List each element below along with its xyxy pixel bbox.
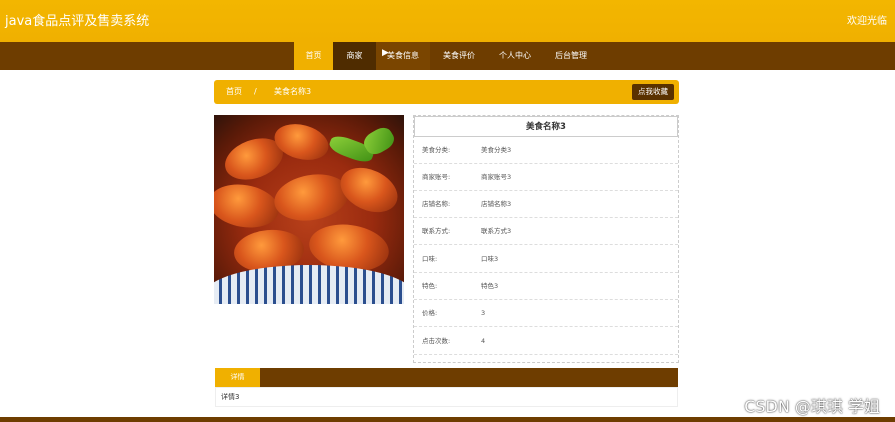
nav-item-home[interactable]: 首页 — [294, 42, 333, 70]
crawfish-shape — [270, 168, 353, 227]
detail-value: 商家账号3 — [481, 173, 512, 181]
site-title: java食品点评及售卖系统 — [5, 14, 150, 29]
detail-label: 特色: — [422, 282, 438, 290]
detail-row-contact: 联系方式: 联系方式3 — [414, 218, 678, 245]
watermark-text: CSDN @琪琪 学姐 — [744, 397, 880, 416]
detail-row-feature: 特色: 特色3 — [414, 273, 678, 300]
detail-row-click-count: 点击次数: 4 — [414, 328, 678, 355]
detail-label: 美食分类: — [422, 146, 451, 154]
detail-row-category: 美食分类: 美食分类3 — [414, 137, 678, 164]
detail-value: 美食分类3 — [481, 146, 512, 154]
detail-label: 点击次数: — [422, 337, 451, 345]
detail-value: 特色3 — [481, 282, 499, 290]
welcome-text: 欢迎光临 — [847, 16, 887, 27]
detail-row-shop-name: 店铺名称: 店铺名称3 — [414, 191, 678, 218]
main-nav: 首页 商家 美食信息 美食评价 个人中心 后台管理 — [0, 42, 895, 70]
food-image — [214, 115, 404, 304]
food-detail-title: 美食名称3 — [414, 116, 678, 137]
mouse-cursor-icon: ▶ — [382, 48, 389, 58]
detail-value: 口味3 — [481, 255, 499, 263]
favorite-button[interactable]: 点我收藏 — [632, 84, 674, 100]
detail-value: 3 — [481, 309, 486, 317]
detail-label: 商家账号: — [422, 173, 451, 181]
detail-label: 联系方式: — [422, 227, 451, 235]
detail-label: 价格: — [422, 309, 438, 317]
footer-bar — [0, 417, 895, 422]
crawfish-shape — [333, 159, 404, 221]
food-detail-panel: 美食名称3 美食分类: 美食分类3 商家账号: 商家账号3 店铺名称: 店铺名称… — [413, 115, 679, 363]
nav-item-merchant[interactable]: 商家 — [333, 42, 376, 70]
nav-item-personal-center[interactable]: 个人中心 — [488, 42, 542, 70]
tab-content-text: 详情3 — [221, 393, 240, 401]
detail-label: 口味: — [422, 255, 438, 263]
detail-value: 店铺名称3 — [481, 200, 512, 208]
site-header: java食品点评及售卖系统 欢迎光临 — [0, 0, 895, 42]
detail-row-flavor: 口味: 口味3 — [414, 246, 678, 273]
breadcrumb-current: 美食名称3 — [274, 87, 312, 96]
tab-content: 详情3 — [215, 387, 678, 407]
detail-row-merchant-account: 商家账号: 商家账号3 — [414, 164, 678, 191]
breadcrumb-home[interactable]: 首页 — [226, 80, 242, 104]
nav-item-food-review[interactable]: 美食评价 — [432, 42, 486, 70]
tab-details[interactable]: 详情 — [215, 368, 260, 387]
breadcrumb: 首页 / 美食名称3 点我收藏 — [214, 80, 679, 104]
breadcrumb-separator: / — [254, 87, 257, 96]
detail-value: 4 — [481, 337, 486, 345]
detail-label: 店铺名称: — [422, 200, 451, 208]
detail-value: 联系方式3 — [481, 227, 512, 235]
plate-shape — [214, 265, 404, 304]
nav-item-admin[interactable]: 后台管理 — [544, 42, 598, 70]
detail-row-price: 价格: 3 — [414, 300, 678, 327]
crawfish-shape — [214, 179, 283, 233]
detail-tab-bar: 详情 — [215, 368, 678, 387]
